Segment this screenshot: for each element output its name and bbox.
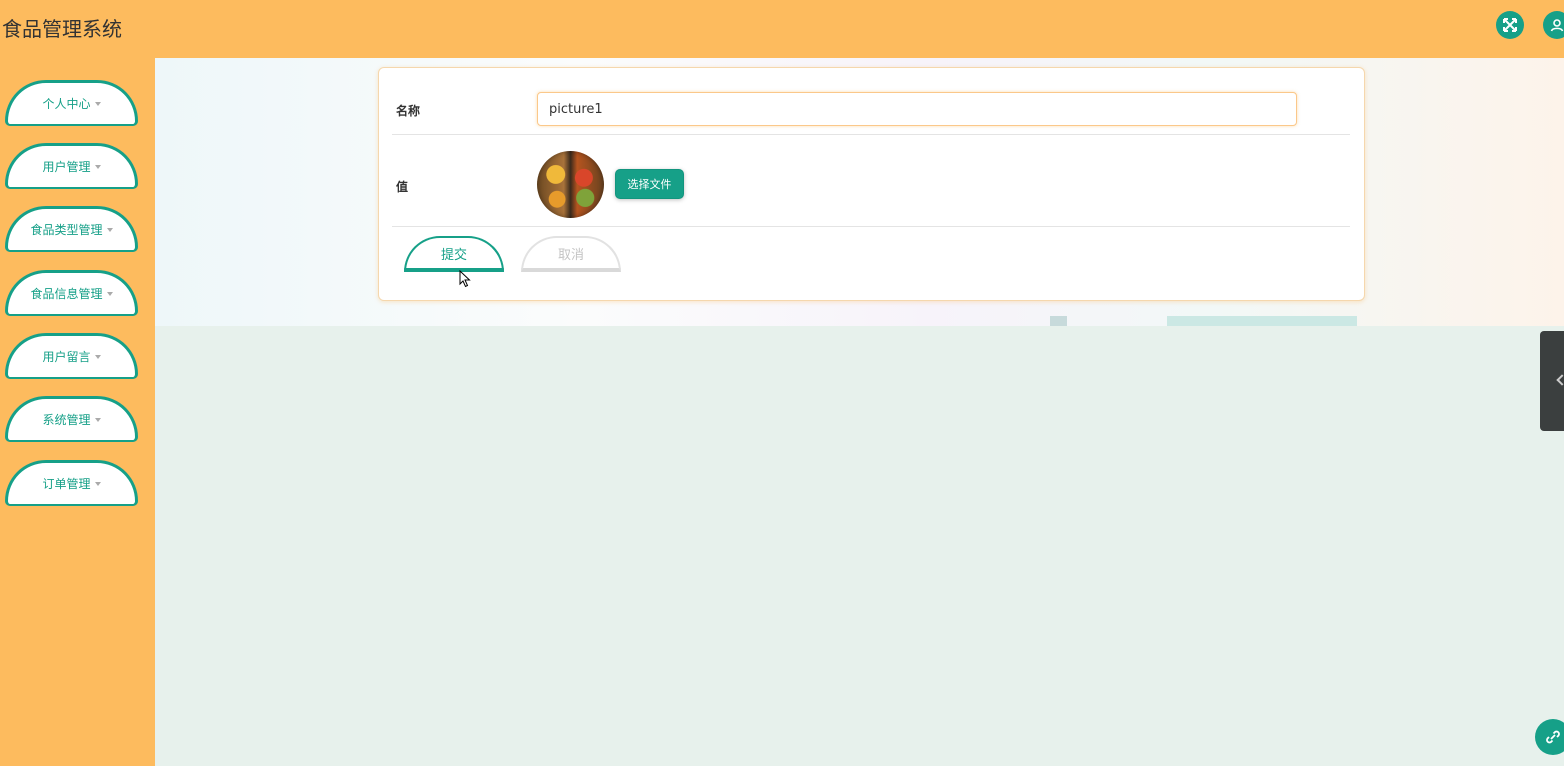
sidebar: 个人中心 用户管理 食品类型管理 食品信息管理 用户留言 系统管理 订单管理 <box>0 58 155 766</box>
image-preview[interactable] <box>537 151 604 218</box>
sidebar-item-order-management[interactable]: 订单管理 <box>5 460 138 506</box>
choose-file-button[interactable]: 选择文件 <box>615 169 684 199</box>
side-drawer-toggle[interactable] <box>1540 331 1564 431</box>
user-menu-button[interactable] <box>1543 11 1564 39</box>
sidebar-item-label: 食品类型管理 <box>30 223 103 237</box>
divider <box>392 134 1350 135</box>
link-icon <box>1546 730 1560 744</box>
mouse-cursor-icon <box>459 270 471 288</box>
caret-down-icon <box>106 227 113 232</box>
caret-down-icon <box>94 354 101 359</box>
caret-down-icon <box>94 481 101 486</box>
edit-form-card: 名称 值 选择文件 提交 取消 <box>378 67 1365 301</box>
background-decoration <box>1167 316 1357 326</box>
sidebar-item-label: 个人中心 <box>42 97 91 111</box>
sidebar-item-food-info-management[interactable]: 食品信息管理 <box>5 270 138 316</box>
floating-action-button[interactable] <box>1535 719 1564 755</box>
user-icon <box>1550 19 1564 32</box>
caret-down-icon <box>106 291 113 296</box>
app-title: 食品管理系统 <box>2 17 122 41</box>
submit-button[interactable]: 提交 <box>404 236 504 272</box>
sidebar-item-personal-center[interactable]: 个人中心 <box>5 80 138 126</box>
fullscreen-button[interactable] <box>1496 11 1524 39</box>
sidebar-item-label: 食品信息管理 <box>30 287 103 301</box>
cancel-button[interactable]: 取消 <box>521 236 621 272</box>
sidebar-item-food-type-management[interactable]: 食品类型管理 <box>5 206 138 252</box>
divider <box>392 226 1350 227</box>
sidebar-item-user-management[interactable]: 用户管理 <box>5 143 138 189</box>
caret-down-icon <box>94 101 101 106</box>
value-label: 值 <box>396 180 409 194</box>
sidebar-item-label: 用户管理 <box>42 160 91 174</box>
sidebar-item-system-management[interactable]: 系统管理 <box>5 396 138 442</box>
top-header: 食品管理系统 <box>0 0 1564 58</box>
sidebar-item-label: 系统管理 <box>42 413 91 427</box>
caret-down-icon <box>94 417 101 422</box>
caret-down-icon <box>94 164 101 169</box>
chevron-left-icon <box>1556 374 1564 386</box>
background-decoration <box>1050 316 1067 326</box>
sidebar-item-label: 用户留言 <box>42 350 91 364</box>
sidebar-item-label: 订单管理 <box>42 477 91 491</box>
expand-arrows-icon <box>1503 18 1517 32</box>
name-input[interactable] <box>537 92 1297 126</box>
sidebar-item-user-messages[interactable]: 用户留言 <box>5 333 138 379</box>
name-label: 名称 <box>396 104 421 118</box>
